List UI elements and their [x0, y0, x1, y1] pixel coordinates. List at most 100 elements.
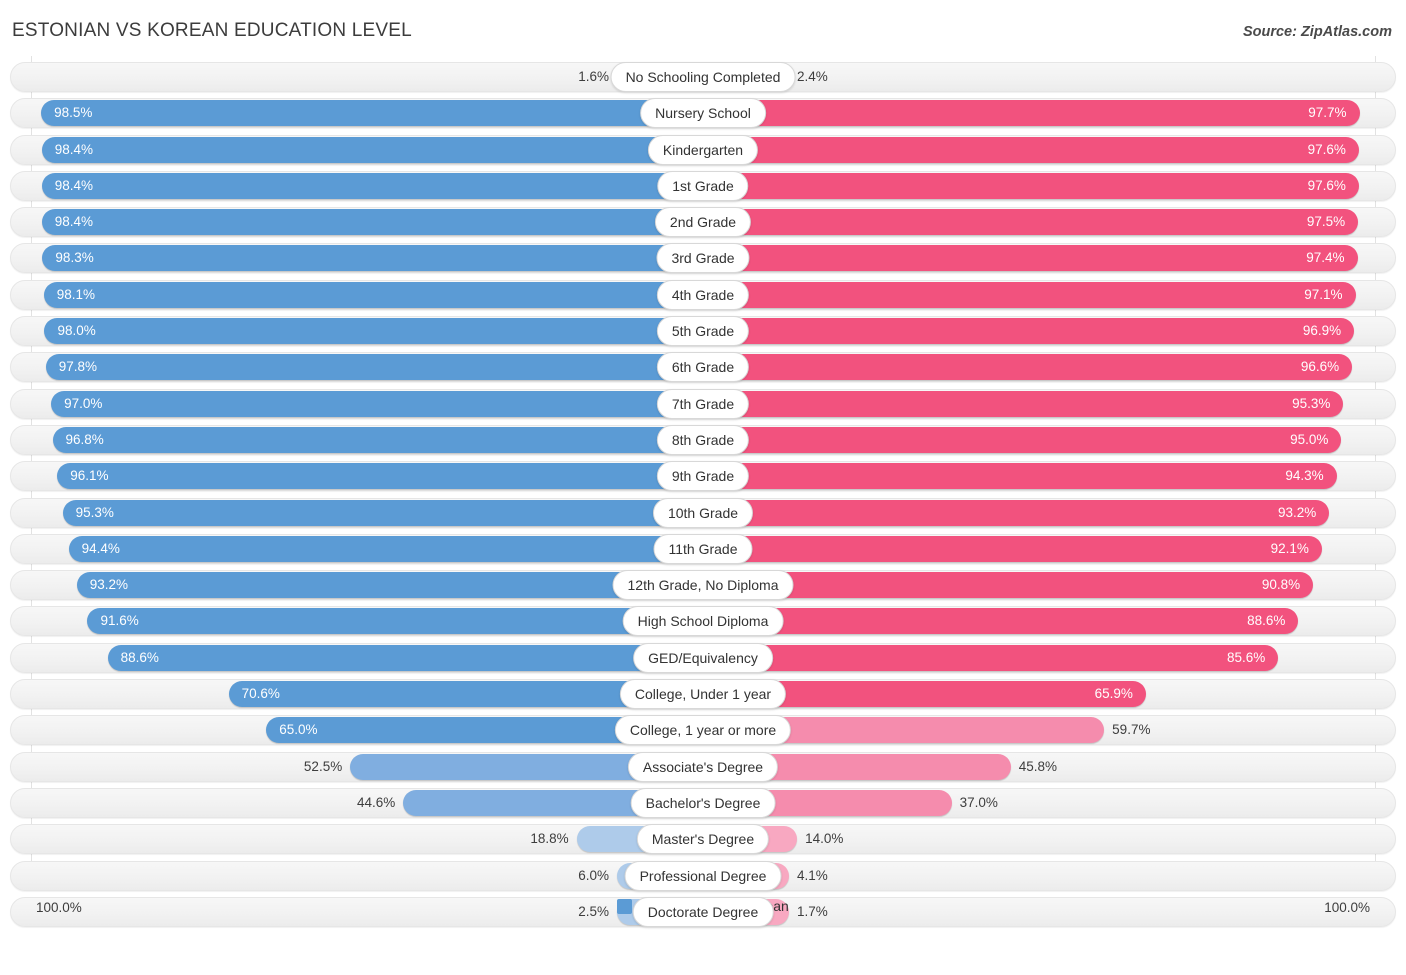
chart-row: 98.5% 97.7% Nursery School	[0, 98, 1406, 129]
bar-estonian	[51, 390, 703, 417]
chart-row: 98.1% 97.1% 4th Grade	[0, 279, 1406, 310]
category-label: 8th Grade	[656, 424, 750, 455]
chart-row: 94.4% 92.1% 11th Grade	[0, 533, 1406, 564]
row-bars: 65.0% 59.7% College, 1 year or more	[0, 715, 1406, 746]
value-label-korean: 45.8%	[1018, 758, 1058, 774]
chart-row: 88.6% 85.6% GED/Equivalency	[0, 642, 1406, 673]
row-bars: 91.6% 88.6% High School Diploma	[0, 606, 1406, 637]
value-label-estonian: 98.1%	[56, 286, 96, 302]
value-label-estonian: 1.6%	[578, 69, 609, 84]
bar-korean	[703, 535, 1322, 562]
category-label: College, Under 1 year	[619, 679, 787, 710]
bar-estonian	[41, 209, 703, 236]
value-label-korean: 85.6%	[1226, 649, 1266, 665]
chart-row: 98.4% 97.6% 1st Grade	[0, 170, 1406, 201]
chart-row: 70.6% 65.9% College, Under 1 year	[0, 679, 1406, 710]
bar-estonian	[43, 281, 703, 308]
value-label-estonian: 44.6%	[357, 794, 396, 810]
value-label-estonian: 97.0%	[64, 395, 103, 411]
chart-row: 52.5% 45.8% Associate's Degree	[0, 751, 1406, 782]
value-label-korean: 88.6%	[1247, 613, 1286, 629]
category-label: Kindergarten	[647, 134, 759, 165]
bar-estonian	[57, 463, 703, 490]
chart-row: 6.0% 4.1% Professional Degree	[0, 860, 1406, 891]
chart-row: 1.6% 2.4% No Schooling Completed	[0, 62, 1406, 92]
value-label-korean: 97.7%	[1308, 105, 1347, 121]
row-bars: 88.6% 85.6% GED/Equivalency	[0, 642, 1406, 673]
row-bars: 52.5% 45.8% Associate's Degree	[0, 751, 1406, 782]
bar-korean	[703, 463, 1337, 490]
value-label-korean: 95.3%	[1292, 395, 1331, 411]
value-label-estonian: 65.0%	[279, 722, 318, 738]
value-label-korean: 97.5%	[1306, 214, 1346, 230]
value-label-korean: 92.1%	[1270, 540, 1309, 556]
row-bars: 98.5% 97.7% Nursery School	[0, 98, 1406, 129]
category-label: Doctorate Degree	[632, 896, 774, 927]
chart-row: 97.0% 95.3% 7th Grade	[0, 388, 1406, 419]
category-label: 3rd Grade	[656, 243, 750, 274]
row-bars: 96.1% 94.3% 9th Grade	[0, 461, 1406, 492]
chart-row: 98.3% 97.4% 3rd Grade	[0, 243, 1406, 274]
row-bars: 98.4% 97.6% Kindergarten	[0, 134, 1406, 165]
category-label: Professional Degree	[624, 860, 782, 891]
row-bars: 1.6% 2.4% No Schooling Completed	[0, 62, 1406, 92]
category-label: 4th Grade	[656, 279, 750, 310]
bar-estonian	[62, 499, 703, 526]
bar-korean	[703, 390, 1344, 417]
value-label-estonian: 88.6%	[120, 649, 159, 665]
bar-estonian	[41, 100, 703, 127]
chart-row: 44.6% 37.0% Bachelor's Degree	[0, 787, 1406, 818]
category-label: College, 1 year or more	[614, 715, 792, 746]
bar-korean	[703, 245, 1358, 272]
chart-row: 91.6% 88.6% High School Diploma	[0, 606, 1406, 637]
category-label: 11th Grade	[653, 533, 753, 564]
page-title: ESTONIAN VS KOREAN EDUCATION LEVEL	[12, 20, 412, 41]
row-bars: 95.3% 93.2% 10th Grade	[0, 497, 1406, 528]
row-bars: 18.8% 14.0% Master's Degree	[0, 824, 1406, 855]
category-label: 1st Grade	[657, 170, 749, 201]
bar-estonian	[107, 644, 703, 671]
row-bars: 44.6% 37.0% Bachelor's Degree	[0, 787, 1406, 818]
category-label: 10th Grade	[652, 497, 754, 528]
legend-swatch-icon	[617, 898, 633, 914]
category-label: 9th Grade	[656, 461, 750, 492]
chart-row: 98.4% 97.5% 2nd Grade	[0, 207, 1406, 238]
value-label-estonian: 98.3%	[55, 250, 94, 266]
row-bars: 98.4% 97.5% 2nd Grade	[0, 207, 1406, 238]
chart-row: 65.0% 59.7% College, 1 year or more	[0, 715, 1406, 746]
value-label-korean: 95.0%	[1290, 431, 1329, 447]
bar-estonian	[52, 426, 703, 453]
value-label-estonian: 98.5%	[54, 105, 93, 121]
category-label: Master's Degree	[636, 824, 770, 855]
chart-row: 18.8% 14.0% Master's Degree	[0, 824, 1406, 855]
value-label-estonian: 94.4%	[81, 540, 120, 556]
chart-row: 93.2% 90.8% 12th Grade, No Diploma	[0, 570, 1406, 601]
bar-estonian	[45, 354, 703, 381]
chart-row: 98.0% 96.9% 5th Grade	[0, 316, 1406, 347]
bar-estonian	[68, 535, 703, 562]
row-bars: 97.8% 96.6% 6th Grade	[0, 352, 1406, 383]
bar-estonian	[42, 245, 703, 272]
row-bars: 98.1% 97.1% 4th Grade	[0, 279, 1406, 310]
bar-korean	[703, 572, 1314, 599]
bar-korean	[703, 318, 1355, 345]
category-label: 2nd Grade	[654, 207, 752, 238]
chart-header: ESTONIAN VS KOREAN EDUCATION LEVEL Sourc…	[0, 0, 1406, 52]
bar-korean	[703, 644, 1279, 671]
bar-estonian	[41, 136, 703, 163]
value-label-korean: 93.2%	[1278, 504, 1317, 520]
row-bars: 93.2% 90.8% 12th Grade, No Diploma	[0, 570, 1406, 601]
value-label-korean: 14.0%	[805, 831, 844, 847]
value-label-korean: 96.6%	[1300, 359, 1340, 375]
chart-row: 95.3% 93.2% 10th Grade	[0, 497, 1406, 528]
row-bars: 94.4% 92.1% 11th Grade	[0, 533, 1406, 564]
value-label-korean: 97.6%	[1307, 177, 1346, 193]
row-bars: 98.4% 97.6% 1st Grade	[0, 170, 1406, 201]
value-label-estonian: 98.4%	[54, 177, 94, 193]
value-label-korean: 97.4%	[1306, 250, 1345, 266]
bar-korean	[703, 608, 1299, 635]
bar-korean	[703, 136, 1359, 163]
category-label: 12th Grade, No Diploma	[612, 570, 794, 601]
category-label: 6th Grade	[656, 352, 750, 383]
bar-korean	[703, 499, 1330, 526]
